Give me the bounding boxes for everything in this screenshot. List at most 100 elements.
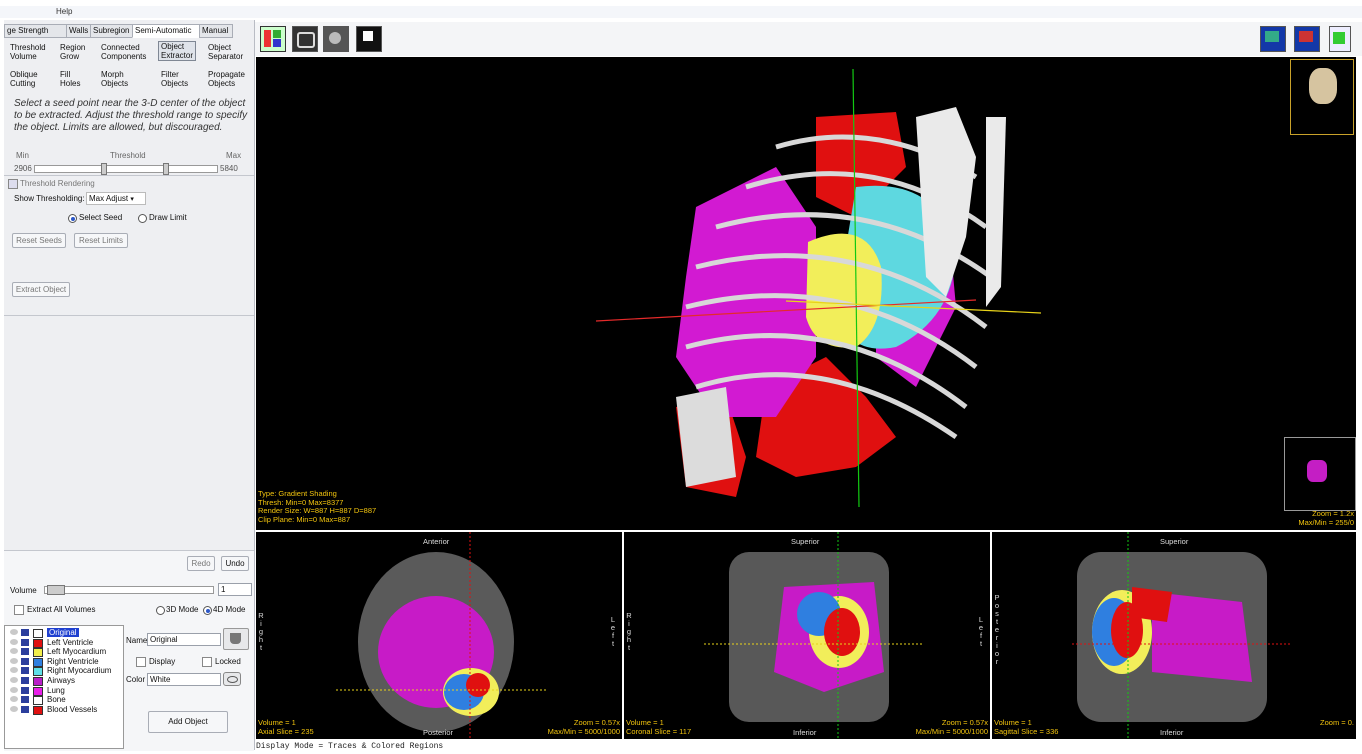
lock-icon[interactable]: [21, 629, 29, 636]
draw-limit-radio[interactable]: [138, 214, 147, 223]
capture-icon[interactable]: [292, 26, 318, 52]
tool-threshold-volume[interactable]: Threshold Volume: [10, 43, 46, 61]
coronal-slice-view[interactable]: Superior Inferior Right Left Volume = 1C…: [624, 532, 990, 739]
tab-subregion[interactable]: Subregion: [90, 24, 134, 38]
volume-field[interactable]: 1: [218, 583, 252, 596]
object-list-item[interactable]: Blood Vessels: [7, 705, 127, 715]
threshold-label: Threshold: [110, 151, 146, 160]
tool-morph-objects[interactable]: Morph Objects: [101, 70, 128, 88]
object-icon-button[interactable]: [223, 628, 249, 650]
visibility-icon[interactable]: [10, 648, 18, 655]
volume-handle[interactable]: [47, 585, 65, 595]
mode-3d-radio[interactable]: [156, 606, 165, 615]
reset-icon[interactable]: [356, 26, 382, 52]
object-list-item[interactable]: Left Myocardium: [7, 647, 127, 658]
color-map-icon[interactable]: [1329, 26, 1351, 52]
object-list[interactable]: Original Left Ventricle Left Myocardium Rig…: [4, 625, 124, 749]
zoom-readout: Zoom = 1.2x Max/Min = 255/0: [1298, 509, 1354, 527]
visibility-icon[interactable]: [10, 686, 18, 693]
lock-icon[interactable]: [21, 638, 29, 646]
visibility-icon[interactable]: [10, 696, 18, 703]
redo-button[interactable]: Redo: [187, 556, 215, 571]
tool-object-separator[interactable]: Object Separator: [208, 43, 243, 61]
lock-icon[interactable]: [21, 667, 29, 675]
tool-panel: ge Strength Walls Subregion Semi-Automat…: [4, 20, 255, 751]
threshold-max-handle[interactable]: [163, 163, 169, 175]
threshold-min-value[interactable]: 2906: [14, 164, 32, 173]
tab-walls[interactable]: Walls: [66, 24, 92, 38]
tab-manual[interactable]: Manual: [199, 24, 233, 38]
overview-thumbnail[interactable]: [1284, 437, 1356, 511]
tool-filter-objects[interactable]: Filter Objects: [161, 70, 188, 88]
coronal-info: Volume = 1 Coronal Slice = 117: [626, 718, 692, 736]
object-list-item[interactable]: Right Myocardium: [7, 666, 127, 677]
object-list-item[interactable]: Bone: [7, 695, 127, 706]
visibility-icon[interactable]: [10, 629, 18, 635]
show-thresholding-select[interactable]: Max Adjust ▾: [86, 192, 146, 205]
add-object-button[interactable]: Add Object: [148, 711, 228, 733]
locked-checkbox[interactable]: [202, 657, 212, 667]
object-list-item[interactable]: Airways: [7, 676, 127, 686]
lock-icon[interactable]: [21, 696, 29, 704]
threshold-slider[interactable]: [34, 163, 218, 175]
object-list-item[interactable]: Right Ventricle: [7, 657, 127, 667]
mode-4d-radio[interactable]: [203, 606, 212, 615]
mode-4d-label: 4D Mode: [213, 605, 246, 614]
sagittal-left-label: Posterior: [994, 593, 1000, 666]
visibility-icon[interactable]: [10, 667, 18, 674]
axial-slice-view[interactable]: Anterior Posterior Right Left Volume = 1…: [256, 532, 622, 739]
object-color-swatch: [33, 705, 43, 715]
undo-button[interactable]: Undo: [221, 556, 249, 571]
tool-connected-components[interactable]: Connected Components: [101, 43, 146, 61]
extract-object-button[interactable]: Extract Object: [12, 282, 70, 297]
threshold-max-value[interactable]: 5840: [220, 164, 238, 173]
color-picker-button[interactable]: [223, 672, 241, 686]
visibility-icon[interactable]: [10, 657, 18, 664]
layout-icon[interactable]: [260, 26, 286, 52]
tool-region-grow[interactable]: Region Grow: [60, 43, 85, 61]
menu-help[interactable]: Help: [56, 7, 72, 16]
tool-object-extractor[interactable]: Object Extractor: [158, 41, 197, 61]
display-settings-icon[interactable]: [1294, 26, 1320, 52]
draw-limit-label: Draw Limit: [149, 213, 187, 222]
tab-semi-automatic[interactable]: Semi-Automatic: [132, 24, 201, 38]
display-checkbox[interactable]: [136, 657, 146, 667]
color-field[interactable]: White: [147, 673, 221, 686]
tool-propagate-objects[interactable]: Propagate Objects: [208, 70, 245, 88]
tab-edge-strength[interactable]: ge Strength: [4, 24, 68, 38]
lock-icon[interactable]: [21, 686, 29, 694]
volume-slider[interactable]: [44, 585, 214, 595]
object-name: Original: [47, 628, 79, 637]
threshold-min-handle[interactable]: [101, 163, 107, 175]
tool-oblique-cutting[interactable]: Oblique Cutting: [10, 70, 38, 88]
reset-limits-button[interactable]: Reset Limits: [74, 233, 128, 248]
spine-render: [676, 387, 736, 487]
visibility-icon[interactable]: [10, 638, 18, 645]
lock-icon[interactable]: [21, 677, 29, 684]
extract-all-volumes-checkbox[interactable]: [14, 605, 24, 615]
render-3d-view[interactable]: Type: Gradient Shading Thresh: Min=0 Max=…: [256, 57, 1356, 530]
sagittal-slice-view[interactable]: Superior Inferior Posterior Volume = 1 Sa…: [992, 532, 1356, 739]
tool-fill-holes[interactable]: Fill Holes: [60, 70, 80, 88]
monitor-icon[interactable]: [1260, 26, 1286, 52]
lock-icon[interactable]: [21, 648, 29, 656]
select-seed-radio[interactable]: [68, 214, 77, 223]
coronal-zoom: Zoom = 0.57x Max/Min = 5000/1000: [915, 718, 988, 736]
visibility-icon[interactable]: [10, 705, 18, 712]
coronal-image: [704, 532, 924, 739]
object-list-item[interactable]: Lung: [7, 686, 127, 696]
orientation-thumbnail[interactable]: [1290, 59, 1354, 135]
menu-bar: Help: [0, 6, 1362, 18]
object-name-field[interactable]: Original: [147, 633, 221, 646]
reset-seeds-button[interactable]: Reset Seeds: [12, 233, 66, 248]
lock-icon[interactable]: [21, 657, 29, 665]
object-list-item[interactable]: Original: [7, 628, 127, 638]
visibility-icon[interactable]: [10, 677, 18, 683]
brain-view-icon[interactable]: [323, 26, 349, 52]
lock-icon[interactable]: [21, 705, 29, 713]
object-list-item[interactable]: Left Ventricle: [7, 638, 127, 648]
threshold-rendering-label: Threshold Rendering: [20, 179, 95, 188]
sagittal-top-label: Superior: [1160, 537, 1189, 546]
coronal-right-label: Left: [978, 615, 984, 648]
threshold-rendering-checkbox[interactable]: [8, 179, 18, 189]
